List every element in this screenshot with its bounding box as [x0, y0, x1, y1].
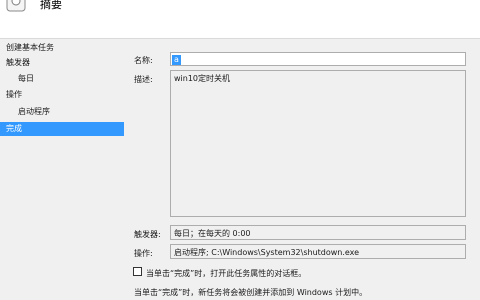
- wizard-header: 摘要: [0, 0, 480, 39]
- step-daily[interactable]: 每日: [0, 72, 124, 86]
- name-value: a: [172, 55, 181, 65]
- description-field[interactable]: win10定时关机: [170, 70, 466, 217]
- step-create-basic-task[interactable]: 创建基本任务: [0, 41, 124, 55]
- step-finish[interactable]: 完成: [0, 122, 124, 136]
- trigger-field[interactable]: 每日；在每天的 0:00: [170, 225, 466, 240]
- step-start-program[interactable]: 启动程序: [0, 105, 124, 119]
- step-label: 操作: [6, 90, 22, 99]
- step-action[interactable]: 操作: [0, 88, 124, 102]
- trigger-label: 触发器:: [134, 230, 161, 239]
- open-properties-checkbox[interactable]: [133, 267, 142, 276]
- step-label: 完成: [6, 124, 22, 133]
- trigger-value: 每日；在每天的 0:00: [174, 229, 251, 238]
- description-label: 描述:: [134, 75, 153, 84]
- step-label: 启动程序: [18, 107, 50, 116]
- step-label: 每日: [18, 74, 34, 83]
- step-trigger[interactable]: 触发器: [0, 56, 124, 70]
- step-label: 触发器: [6, 58, 30, 67]
- name-label: 名称:: [134, 56, 153, 65]
- action-label: 操作:: [134, 249, 153, 258]
- action-field[interactable]: 启动程序; C:\Windows\System32\shutdown.exe: [170, 244, 466, 259]
- name-field[interactable]: a: [170, 52, 466, 66]
- open-properties-label[interactable]: 当单击“完成”时，打开此任务属性的对话框。: [146, 268, 306, 279]
- wizard-step-list: 创建基本任务 触发器 每日 操作 启动程序 完成: [0, 39, 128, 300]
- description-value: win10定时关机: [174, 74, 231, 83]
- page-title: 摘要: [40, 0, 62, 11]
- wizard-icon: [6, 0, 26, 12]
- step-label: 创建基本任务: [6, 43, 54, 52]
- action-value: 启动程序; C:\Windows\System32\shutdown.exe: [174, 248, 360, 257]
- finish-info-text: 当单击“完成”时，新任务将会被创建并添加到 Windows 计划中。: [134, 288, 368, 297]
